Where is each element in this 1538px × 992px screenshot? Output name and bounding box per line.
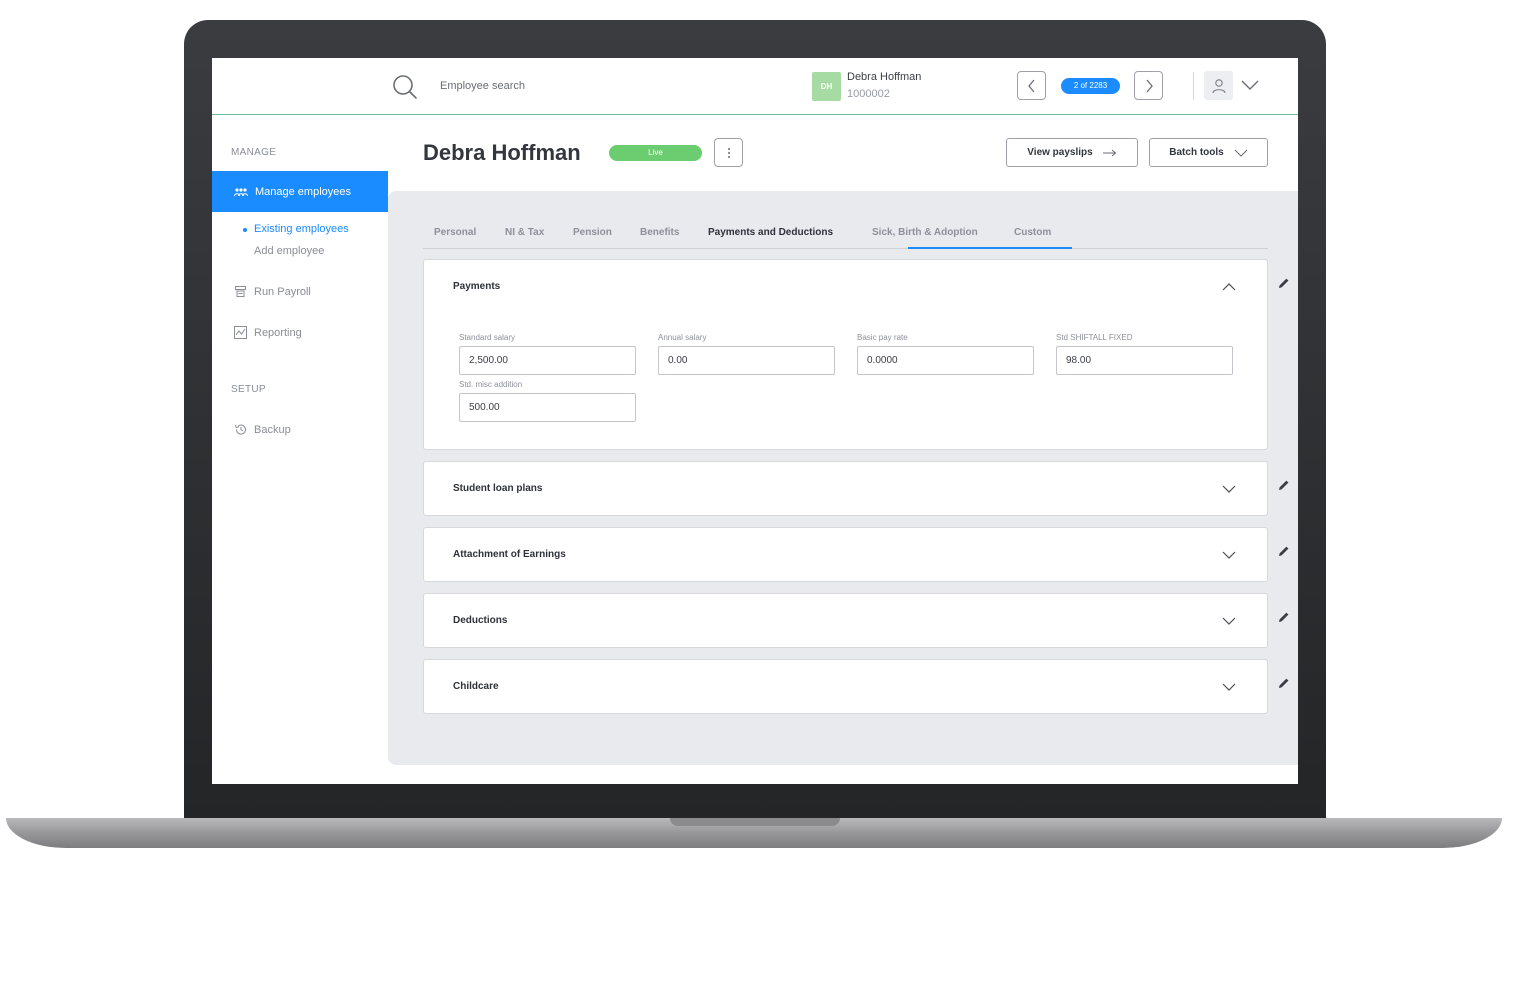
- sidebar-subitem-existing-employees[interactable]: Existing employees: [243, 223, 349, 235]
- chevron-down-icon: [1234, 149, 1248, 157]
- active-tab-indicator: [908, 247, 1072, 249]
- employee-search-input[interactable]: [440, 76, 660, 96]
- student-loan-plans-card[interactable]: Student loan plans: [423, 461, 1268, 516]
- view-payslips-button[interactable]: View payslips: [1006, 138, 1138, 167]
- pencil-icon[interactable]: [1278, 545, 1290, 557]
- tab-bar: Personal NI & Tax Pension Benefits Payme…: [423, 222, 1268, 249]
- annual-salary-label: Annual salary: [658, 333, 707, 342]
- attachment-of-earnings-title: Attachment of Earnings: [453, 549, 566, 560]
- sidebar-item-run-payroll[interactable]: Run Payroll: [234, 285, 311, 298]
- tab-personal[interactable]: Personal: [434, 227, 476, 238]
- payroll-icon: [235, 286, 246, 297]
- chevron-down-icon[interactable]: [1222, 617, 1236, 626]
- chevron-up-icon[interactable]: [1222, 282, 1236, 291]
- std-shiftall-fixed-field[interactable]: [1056, 346, 1233, 375]
- pencil-icon[interactable]: [1278, 277, 1290, 289]
- tab-custom[interactable]: Custom: [1014, 227, 1051, 238]
- chevron-left-icon: [1027, 79, 1034, 92]
- chevron-down-icon[interactable]: [1222, 551, 1236, 560]
- payments-card: Payments Standard salary Annual salary B…: [423, 259, 1268, 450]
- sidebar-item-label: Reporting: [254, 326, 302, 339]
- history-icon: [235, 424, 246, 435]
- status-badge: Live: [609, 145, 702, 161]
- page-title: Debra Hoffman: [423, 140, 581, 165]
- sidebar-heading-manage: MANAGE: [231, 147, 277, 158]
- sidebar-item-label: Backup: [254, 423, 291, 436]
- search-icon[interactable]: [392, 74, 418, 100]
- deductions-card[interactable]: Deductions: [423, 593, 1268, 648]
- sidebar: MANAGE Manage employees Existing employe…: [212, 115, 388, 784]
- chevron-down-icon[interactable]: [1222, 485, 1236, 494]
- people-icon: [234, 187, 248, 196]
- previous-employee-button[interactable]: [1017, 71, 1046, 100]
- sidebar-item-backup[interactable]: Backup: [234, 423, 291, 436]
- sidebar-item-manage-employees[interactable]: Manage employees: [212, 171, 388, 212]
- kebab-icon: [727, 147, 730, 158]
- pencil-icon[interactable]: [1278, 677, 1290, 689]
- tab-ni-tax[interactable]: NI & Tax: [505, 227, 544, 238]
- tab-payments-and-deductions[interactable]: Payments and Deductions: [708, 227, 833, 238]
- chart-icon: [234, 326, 247, 339]
- sidebar-heading-setup: SETUP: [231, 384, 266, 395]
- batch-tools-label: Batch tools: [1169, 147, 1224, 158]
- std-shiftall-fixed-label: Std SHIFTALL FIXED: [1056, 333, 1133, 342]
- more-actions-button[interactable]: [714, 138, 743, 167]
- tab-sick-birth-adoption[interactable]: Sick, Birth & Adoption: [872, 227, 978, 238]
- std-misc-addition-field[interactable]: [459, 393, 636, 422]
- standard-salary-field[interactable]: [459, 346, 636, 375]
- chevron-down-icon[interactable]: [1241, 79, 1259, 91]
- std-misc-addition-label: Std. misc addition: [459, 380, 523, 389]
- app-screen: DH Debra Hoffman 1000002 2 of 2283 MANAG…: [212, 58, 1298, 784]
- tab-pension[interactable]: Pension: [573, 227, 612, 238]
- deductions-title: Deductions: [453, 615, 508, 626]
- payments-card-title[interactable]: Payments: [453, 281, 500, 292]
- tab-benefits[interactable]: Benefits: [640, 227, 679, 238]
- childcare-card[interactable]: Childcare: [423, 659, 1268, 714]
- laptop-notch: [670, 818, 840, 826]
- employee-position-badge: 2 of 2283: [1061, 78, 1120, 94]
- arrow-right-icon: [1102, 149, 1116, 156]
- attachment-of-earnings-card[interactable]: Attachment of Earnings: [423, 527, 1268, 582]
- topbar-divider: [1193, 72, 1194, 100]
- batch-tools-button[interactable]: Batch tools: [1149, 138, 1268, 167]
- pencil-icon[interactable]: [1278, 479, 1290, 491]
- standard-salary-label: Standard salary: [459, 333, 516, 342]
- top-bar: DH Debra Hoffman 1000002 2 of 2283: [212, 58, 1298, 115]
- sidebar-item-label: Run Payroll: [254, 285, 311, 298]
- basic-pay-rate-label: Basic pay rate: [857, 333, 908, 342]
- current-employee-id: 1000002: [847, 88, 890, 100]
- sidebar-item-label: Manage employees: [255, 185, 352, 198]
- chevron-down-icon[interactable]: [1222, 683, 1236, 692]
- annual-salary-field[interactable]: [658, 346, 835, 375]
- current-employee-name: Debra Hoffman: [847, 71, 922, 83]
- user-menu-button[interactable]: [1204, 71, 1233, 100]
- employee-avatar: DH: [812, 72, 841, 101]
- sidebar-item-reporting[interactable]: Reporting: [234, 326, 302, 339]
- student-loan-plans-title: Student loan plans: [453, 483, 543, 494]
- user-icon: [1211, 78, 1226, 93]
- chevron-right-icon: [1146, 79, 1153, 92]
- view-payslips-label: View payslips: [1027, 147, 1093, 158]
- pencil-icon[interactable]: [1278, 611, 1290, 623]
- sidebar-subitem-add-employee[interactable]: Add employee: [254, 245, 324, 257]
- basic-pay-rate-field[interactable]: [857, 346, 1034, 375]
- next-employee-button[interactable]: [1134, 71, 1163, 100]
- childcare-title: Childcare: [453, 681, 499, 692]
